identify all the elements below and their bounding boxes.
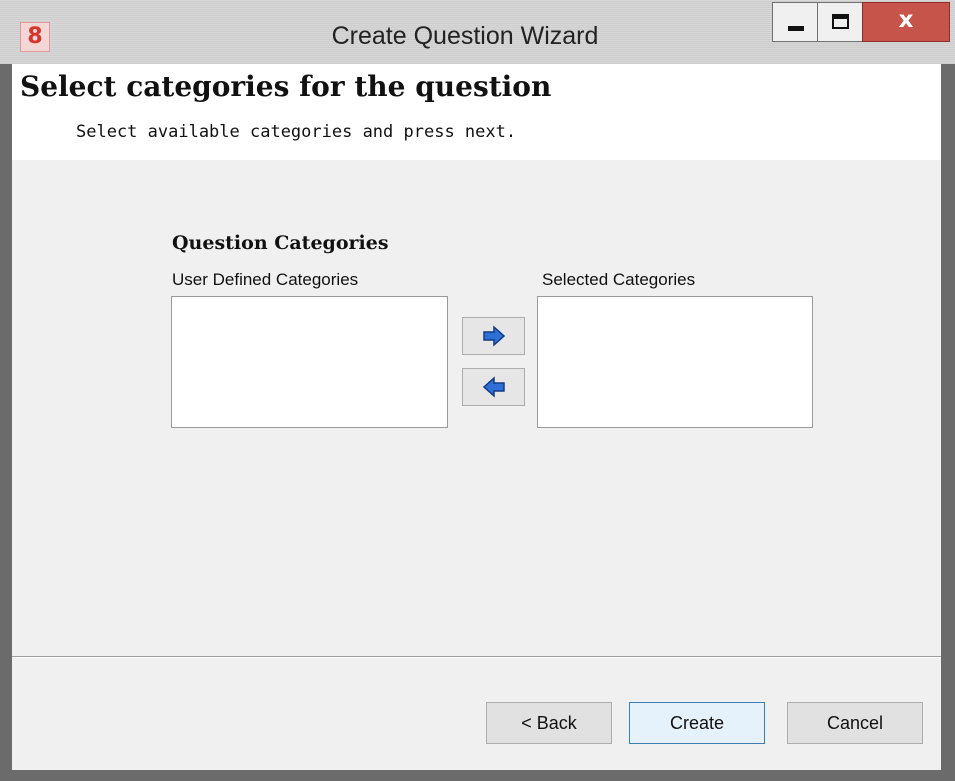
question-categories-heading: Question Categories [172,232,389,254]
back-button[interactable]: < Back [486,702,612,744]
wizard-client-area: Select categories for the question Selec… [12,64,941,770]
arrow-left-icon [482,376,505,398]
close-button[interactable]: x [862,2,950,42]
cancel-button[interactable]: Cancel [787,702,923,744]
arrow-right-icon [483,325,506,347]
window-title: Create Question Wizard [331,22,599,50]
available-categories-list[interactable] [171,296,448,428]
remove-category-button[interactable] [462,368,525,406]
add-category-button[interactable] [462,317,525,355]
selected-categories-list[interactable] [537,296,813,428]
title-bar[interactable]: 8 Create Question Wizard x [0,0,955,64]
minimize-icon [788,26,804,31]
wizard-header: Select categories for the question Selec… [12,64,941,160]
available-categories-label: User Defined Categories [172,270,359,289]
app-logo-icon[interactable]: 8 [20,22,50,52]
close-icon: x [898,7,914,33]
maximize-icon [832,14,849,29]
maximize-button[interactable] [817,2,863,42]
minimize-button[interactable] [772,2,818,42]
footer-divider [12,656,941,658]
wizard-window: 8 Create Question Wizard x Select catego… [0,0,955,781]
page-title: Select categories for the question [20,70,552,103]
selected-categories-label: Selected Categories [542,270,696,289]
create-button[interactable]: Create [629,702,765,744]
page-subtitle: Select available categories and press ne… [76,122,517,142]
